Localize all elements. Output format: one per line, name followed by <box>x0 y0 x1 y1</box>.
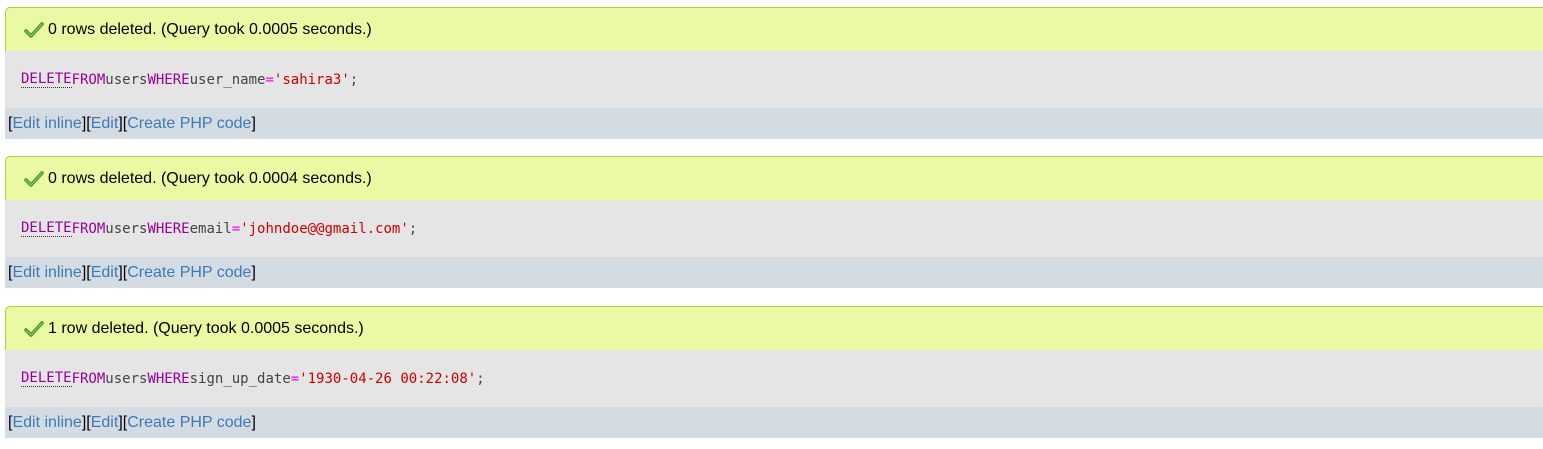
check-icon <box>24 20 44 40</box>
sql-operator: = <box>265 71 274 88</box>
sql-table: users <box>105 370 148 387</box>
check-icon <box>24 169 44 189</box>
sql-keyword-from: FROM <box>71 220 106 237</box>
edit-link[interactable]: Edit <box>91 414 119 432</box>
sql-keyword-where: WHERE <box>147 71 190 88</box>
edit-link[interactable]: Edit <box>91 264 119 282</box>
edit-link[interactable]: Edit <box>91 115 119 133</box>
check-icon <box>24 319 44 339</box>
query-result-1: 0 rows deleted. (Query took 0.0005 secon… <box>5 7 1543 139</box>
sql-query: DELETE FROM users WHERE email = 'johndoe… <box>5 200 1543 257</box>
success-message-text: 0 rows deleted. (Query took 0.0005 secon… <box>48 20 372 38</box>
success-message-bar: 0 rows deleted. (Query took 0.0005 secon… <box>5 7 1543 51</box>
sql-keyword-delete[interactable]: DELETE <box>21 220 72 237</box>
edit-inline-link[interactable]: Edit inline <box>12 414 81 432</box>
edit-inline-link[interactable]: Edit inline <box>12 115 81 133</box>
sql-keyword-from: FROM <box>71 71 106 88</box>
query-actions: [ Edit inline ] [ Edit ] [ Create PHP co… <box>5 407 1543 438</box>
sql-column: email <box>189 220 232 237</box>
sql-query: DELETE FROM users WHERE user_name = 'sah… <box>5 51 1543 108</box>
query-actions: [ Edit inline ] [ Edit ] [ Create PHP co… <box>5 257 1543 288</box>
bracket-close: ] <box>251 114 256 132</box>
query-actions: [ Edit inline ] [ Edit ] [ Create PHP co… <box>5 108 1543 139</box>
create-php-code-link[interactable]: Create PHP code <box>127 264 251 282</box>
sql-keyword-delete[interactable]: DELETE <box>21 370 72 387</box>
sql-keyword-where: WHERE <box>147 370 190 387</box>
create-php-code-link[interactable]: Create PHP code <box>127 115 251 133</box>
query-result-2: 0 rows deleted. (Query took 0.0004 secon… <box>5 156 1543 288</box>
sql-value: 'johndoe@@gmail.com' <box>240 220 409 237</box>
sql-terminator: ; <box>349 71 359 88</box>
sql-terminator: ; <box>476 370 485 387</box>
edit-inline-link[interactable]: Edit inline <box>12 264 81 282</box>
sql-keyword-from: FROM <box>71 370 106 387</box>
sql-table: users <box>105 71 148 88</box>
query-result-3: 1 row deleted. (Query took 0.0005 second… <box>5 306 1543 438</box>
sql-keyword-delete[interactable]: DELETE <box>21 71 72 88</box>
success-message-bar: 0 rows deleted. (Query took 0.0004 secon… <box>5 156 1543 200</box>
sql-value: 'sahira3' <box>273 71 350 88</box>
sql-column: user_name <box>189 71 266 88</box>
success-message-bar: 1 row deleted. (Query took 0.0005 second… <box>5 306 1543 350</box>
bracket-close: ] <box>251 413 256 431</box>
bracket-close: ] <box>251 263 256 281</box>
sql-column: sign_up_date <box>189 370 291 387</box>
sql-value: '1930-04-26 00:22:08' <box>299 370 477 387</box>
success-message-text: 1 row deleted. (Query took 0.0005 second… <box>48 319 364 337</box>
sql-table: users <box>105 220 148 237</box>
success-message-text: 0 rows deleted. (Query took 0.0004 secon… <box>48 169 372 187</box>
sql-operator: = <box>231 220 241 237</box>
sql-operator: = <box>290 370 300 387</box>
create-php-code-link[interactable]: Create PHP code <box>127 414 251 432</box>
sql-terminator: ; <box>408 220 418 237</box>
sql-keyword-where: WHERE <box>147 220 190 237</box>
sql-query: DELETE FROM users WHERE sign_up_date = '… <box>5 350 1543 407</box>
